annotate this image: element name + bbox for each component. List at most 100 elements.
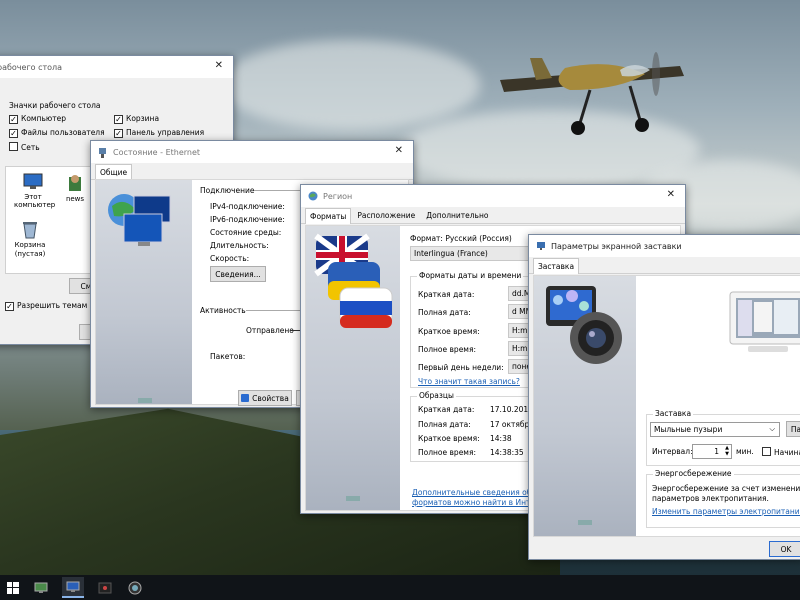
screensaver-params-button[interactable]: Па (786, 421, 800, 437)
interval-unit: мин. (736, 447, 754, 456)
sample-short-time-value: 14:38 (490, 434, 512, 443)
footer-icon (346, 496, 360, 501)
tab-general[interactable]: Общие (95, 164, 133, 180)
cloud (220, 40, 480, 130)
desktop-icon-computer[interactable]: Этот компьютер (14, 173, 55, 209)
sample-long-date-label: Полная дата: (418, 420, 471, 429)
checkbox-checked-icon[interactable]: ✓ (114, 129, 123, 138)
checkbox-control-panel[interactable]: ✓ Панель управления (114, 128, 204, 138)
window-title: рабочего стола (0, 62, 63, 72)
screensaver-tabs: Заставка (529, 257, 800, 274)
start-button[interactable] (2, 577, 24, 598)
screensaver-icon (128, 581, 142, 594)
ipv6-label: IPv6-подключение: (210, 215, 285, 224)
short-time-label: Краткое время: (418, 327, 480, 336)
power-settings-link[interactable]: Изменить параметры электропитания... (652, 507, 800, 516)
window-title: Регион (323, 191, 353, 201)
media-icon (98, 582, 112, 593)
ethernet-titlebar[interactable]: Состояние - Ethernet ✕ (91, 141, 413, 163)
checkbox-recycle-bin[interactable]: ✓ Корзина (114, 114, 159, 124)
checkbox-checked-icon[interactable]: ✓ (9, 129, 18, 138)
details-button[interactable]: Сведения... (210, 266, 266, 282)
tab-advanced[interactable]: Дополнительно (421, 207, 493, 223)
checkbox-user-files[interactable]: ✓ Файлы пользователя (9, 128, 105, 138)
icons-preview-list: Этот компьютер news Корзина (пустая) (5, 166, 95, 274)
ethernet-tabs: Общие (91, 163, 413, 180)
screensaver-panel: Заставка Мыльные пузыри ⌵ Па Интервал: 1… (533, 275, 800, 537)
screensaver-icon (535, 241, 546, 252)
close-icon[interactable]: ✕ (215, 61, 223, 71)
flags-icon (314, 233, 393, 329)
group-title: Образцы (417, 391, 456, 400)
checkbox-network[interactable]: Сеть (9, 142, 40, 152)
packets-label: Пакетов: (210, 352, 246, 361)
region-titlebar[interactable]: Регион ✕ (301, 185, 685, 207)
network-monitors-icon (108, 194, 171, 246)
tab-screensaver[interactable]: Заставка (533, 258, 580, 274)
screensaver-select[interactable]: Мыльные пузыри ⌵ (650, 422, 780, 437)
ipv4-label: IPv4-подключение: (210, 202, 285, 211)
group-title: Форматы даты и времени (417, 271, 524, 280)
more-settings-link-2[interactable]: форматов можно найти в Интер (412, 498, 540, 507)
notation-link[interactable]: Что значит такая запись? (418, 377, 520, 386)
recycle-bin-icon (23, 222, 37, 239)
screensaver-titlebar[interactable]: Параметры экранной заставки (529, 235, 800, 257)
sample-short-date-value: 17.10.2016 (490, 405, 533, 414)
taskbar-item-display-settings[interactable] (30, 577, 52, 598)
ethernet-icon (97, 147, 108, 158)
tab-location[interactable]: Расположение (352, 207, 420, 223)
taskbar-item-screensaver[interactable] (124, 577, 146, 598)
desktop-icon-user[interactable]: news (60, 173, 90, 203)
checkbox-checked-icon[interactable]: ✓ (5, 302, 14, 311)
ok-button[interactable]: OK (769, 541, 800, 557)
desktop-icon-recycle-bin[interactable]: Корзина (пустая) (10, 219, 50, 259)
checkbox-computer[interactable]: ✓ Компьютер (9, 114, 66, 124)
taskbar (0, 575, 800, 600)
side-illustration (306, 226, 400, 510)
long-time-label: Полное время: (418, 345, 477, 354)
checkbox-unchecked-icon[interactable] (762, 447, 771, 456)
monitor-preview (729, 291, 800, 352)
long-date-label: Полная дата: (418, 308, 471, 317)
globe-icon (307, 191, 318, 202)
user-folder-icon (69, 175, 81, 191)
sample-long-time-label: Полное время: (418, 448, 477, 457)
taskbar-item-media[interactable] (94, 577, 116, 598)
checkbox-on-resume[interactable]: Начинат (762, 447, 800, 457)
display-settings-icon (34, 582, 48, 593)
close-icon[interactable]: ✕ (395, 146, 403, 156)
taskbar-item-ethernet[interactable] (62, 577, 84, 598)
checkbox-unchecked-icon[interactable] (9, 142, 18, 151)
group-title: Энергосбережение (653, 469, 734, 478)
chevron-down-icon: ⌵ (769, 424, 775, 433)
checkbox-checked-icon[interactable]: ✓ (114, 115, 123, 124)
side-illustration (534, 276, 636, 536)
computer-icon (23, 173, 43, 189)
properties-button[interactable]: Свойства (238, 390, 292, 406)
divider (246, 310, 306, 311)
sample-short-time-label: Краткое время: (418, 434, 480, 443)
interval-label: Интервал: (652, 447, 693, 456)
sent-label: Отправлено (246, 326, 294, 335)
format-label: Формат: Русский (Россия) (410, 234, 512, 243)
footer-icon (138, 398, 152, 403)
media-state-label: Состояние среды: (210, 228, 282, 237)
window-title: Параметры экранной заставки (551, 241, 682, 251)
start-icon (7, 581, 19, 594)
close-icon[interactable]: ✕ (667, 190, 675, 200)
side-illustration (96, 180, 192, 404)
tab-formats[interactable]: Форматы (305, 208, 352, 224)
connection-title: Подключение (200, 186, 255, 195)
sample-long-time-value: 14:38:35 (490, 448, 524, 457)
region-tabs: Форматы Расположение Дополнительно (301, 207, 685, 224)
group-title: Значки рабочего стола (9, 101, 101, 110)
interval-stepper[interactable]: 1 ▲ ▼ (692, 444, 732, 459)
speed-label: Скорость: (210, 254, 250, 263)
short-date-label: Краткая дата: (418, 290, 475, 299)
stepper-arrows-icon[interactable]: ▲ ▼ (725, 445, 729, 457)
desktop-icons-titlebar[interactable]: рабочего стола ✕ (0, 56, 233, 78)
group-title: Заставка (653, 409, 694, 418)
power-description: Энергосбережение за счет изменения ярко (652, 484, 800, 493)
checkbox-checked-icon[interactable]: ✓ (9, 115, 18, 124)
airplane-image (500, 52, 684, 135)
